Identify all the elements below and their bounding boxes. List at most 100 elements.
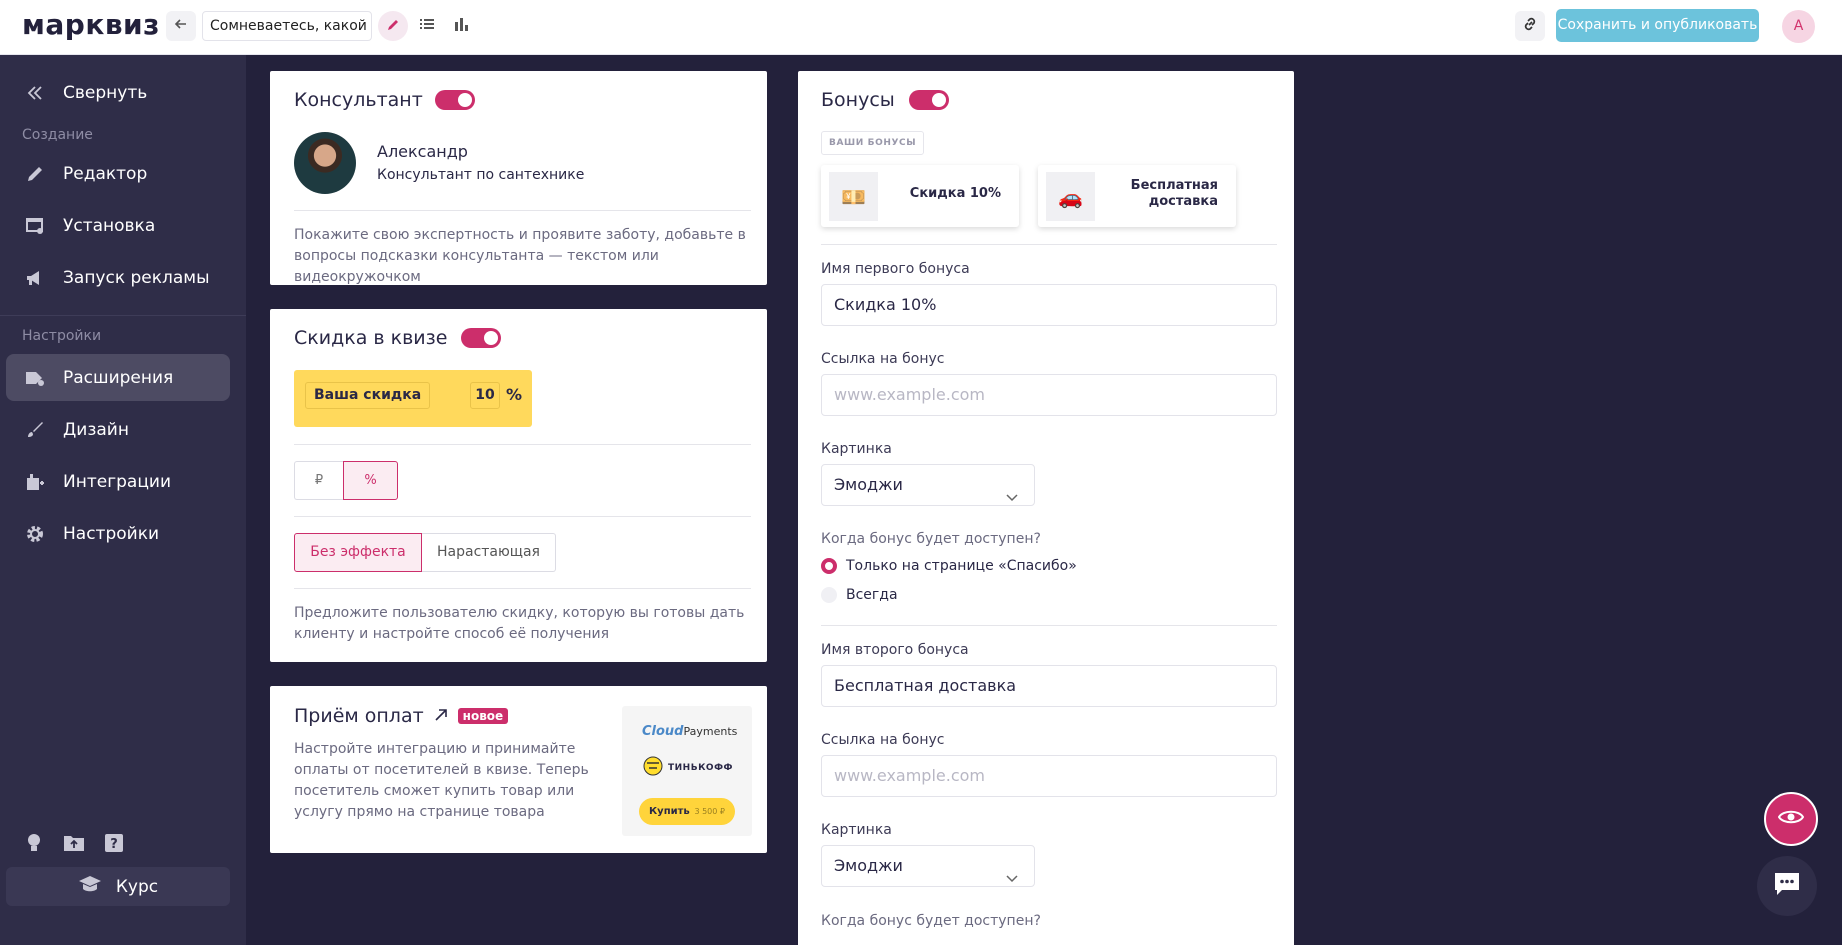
effect-toggle-group: Без эффекта Нарастающая [294,533,556,572]
radio-label: Только на странице «Спасибо» [846,558,1077,574]
discount-toggle[interactable] [461,328,502,348]
bonus-card-2[interactable]: 🚗 Бесплатная доставка [1038,165,1236,227]
bonus-form: Имя первого бонуса Скидка 10% Ссылка на … [821,261,1277,945]
sidebar-item-extensions[interactable]: Расширения [6,354,230,401]
payments-description: Настройте интеграцию и принимайте оплаты… [294,741,589,820]
publish-button[interactable]: Сохранить и опубликовать [1556,9,1759,42]
cloudpayments-logo: CloudPayments [642,724,738,739]
second-bonus-name-input[interactable]: Бесплатная доставка [821,665,1277,707]
first-bonus-name-input[interactable]: Скидка 10% [821,284,1277,326]
buy-button-preview: Купить 3 500 ₽ [639,798,735,825]
stats-button[interactable] [446,11,476,41]
chevron-down-icon [1006,859,1018,899]
payments-title: Приём оплат [294,705,424,727]
consultant-avatar[interactable] [294,132,356,194]
sidebar-item-settings[interactable]: Настройки [6,510,230,557]
pencil-icon [386,17,400,36]
chevron-down-icon [1006,478,1018,518]
link-icon [1521,15,1539,37]
help-icon[interactable]: ? [99,828,129,858]
sidebar-item-label: Интеграции [63,471,172,492]
arrow-left-icon [173,16,189,36]
megaphone-icon [6,268,63,288]
chat-button[interactable] [1757,856,1817,916]
eye-icon [1777,808,1805,830]
back-button[interactable] [166,11,196,41]
effect-growing-option[interactable]: Нарастающая [422,533,556,572]
your-bonuses-label: ВАШИ БОНУСЫ [821,131,925,155]
top-bar: марквиз Сомневаетесь, какой ... Сохранит… [0,0,1842,55]
bonuses-card: Бонусы ВАШИ БОНУСЫ 💴 Скидка 10% 🚗 Беспла… [798,71,1294,945]
logo[interactable]: марквиз [22,8,160,41]
sidebar-item-install[interactable]: Установка [6,202,230,249]
discount-preview: Ваша скидка 10 % [294,370,532,427]
bonuses-title: Бонусы [821,89,895,111]
consultant-toggle[interactable] [434,90,475,110]
first-bonus-when-thanks-radio[interactable]: Только на странице «Спасибо» [821,558,1077,574]
effect-none-option[interactable]: Без эффекта [294,533,422,572]
second-bonus-name-label: Имя второго бонуса [821,642,969,658]
bonuses-toggle[interactable] [908,90,949,110]
sidebar-item-design[interactable]: Дизайн [6,406,230,453]
sidebar-item-label: Настройки [63,523,160,544]
select-value: Эмоджи [834,856,903,875]
questions-list-button[interactable] [412,11,442,41]
svg-text:?: ? [110,837,118,852]
user-avatar[interactable]: А [1782,10,1815,43]
consultant-role: Консультант по сантехнике [377,167,585,183]
first-bonus-link-input[interactable]: www.example.com [821,374,1277,416]
second-bonus-picture-label: Картинка [821,822,892,838]
radio-label: Всегда [846,587,898,603]
currency-rub-option[interactable]: ₽ [294,461,343,500]
first-bonus-when-always-radio[interactable]: Всегда [821,587,898,603]
discount-title: Скидка в квизе [294,327,448,349]
sidebar-item-label: Установка [63,215,156,236]
list-icon [419,16,435,36]
extensions-icon [6,368,63,388]
sidebar-section-create: Создание [22,127,93,143]
upload-folder-icon[interactable] [59,828,89,858]
bonus-emoji-car: 🚗 [1046,172,1095,221]
arrow-up-right-icon [434,707,448,726]
edit-button[interactable] [378,11,408,41]
sidebar-collapse-label: Свернуть [63,82,148,103]
preview-button[interactable] [1764,792,1818,846]
sidebar-item-editor[interactable]: Редактор [6,150,230,197]
bonus-card-label: Скидка 10% [909,186,1001,201]
divider [294,210,751,211]
discount-card: Скидка в квизе Ваша скидка 10 % ₽ % Без … [270,309,767,662]
sidebar-item-integrations[interactable]: Интеграции [6,458,230,505]
second-bonus-link-label: Ссылка на бонус [821,732,945,748]
lightbulb-icon[interactable] [19,828,49,858]
bonus-card-1[interactable]: 💴 Скидка 10% [821,165,1019,227]
first-bonus-link-label: Ссылка на бонус [821,351,945,367]
payments-card[interactable]: Приём оплат новое Настройте интеграцию и… [270,686,767,853]
sidebar-collapse[interactable]: Свернуть [6,69,230,116]
sidebar-item-label: Расширения [63,367,174,388]
share-link-button[interactable] [1515,11,1545,41]
second-bonus-picture-select[interactable]: Эмоджи [821,845,1035,887]
sidebar-item-label: Редактор [63,163,148,184]
currency-percent-option[interactable]: % [343,461,398,500]
sidebar: Свернуть Создание Редактор Установка Зап… [0,55,246,945]
bonus-card-label: Бесплатная доставка [1130,178,1218,209]
chat-bubble-icon [1772,870,1802,902]
tinkoff-logo: ТИНЬКОФФ [642,756,733,780]
first-bonus-picture-select[interactable]: Эмоджи [821,464,1035,506]
radio-checked-icon [821,558,837,574]
divider [821,625,1277,626]
second-bonus-link-input[interactable]: www.example.com [821,755,1277,797]
currency-toggle-group: ₽ % [294,461,398,500]
sidebar-divider [0,315,246,316]
course-label: Курс [115,876,159,897]
first-bonus-name-label: Имя первого бонуса [821,261,970,277]
integrations-icon [6,472,63,492]
sidebar-item-ads[interactable]: Запуск рекламы [6,254,230,301]
discount-value-input[interactable]: 10 [470,382,500,409]
select-value: Эмоджи [834,475,903,494]
consultant-card: Консультант Александр Консультант по сан… [270,71,767,285]
course-button[interactable]: Курс [6,867,230,906]
quiz-title[interactable]: Сомневаетесь, какой ... [202,11,372,41]
tinkoff-emblem-icon [642,756,664,780]
divider [294,588,751,589]
